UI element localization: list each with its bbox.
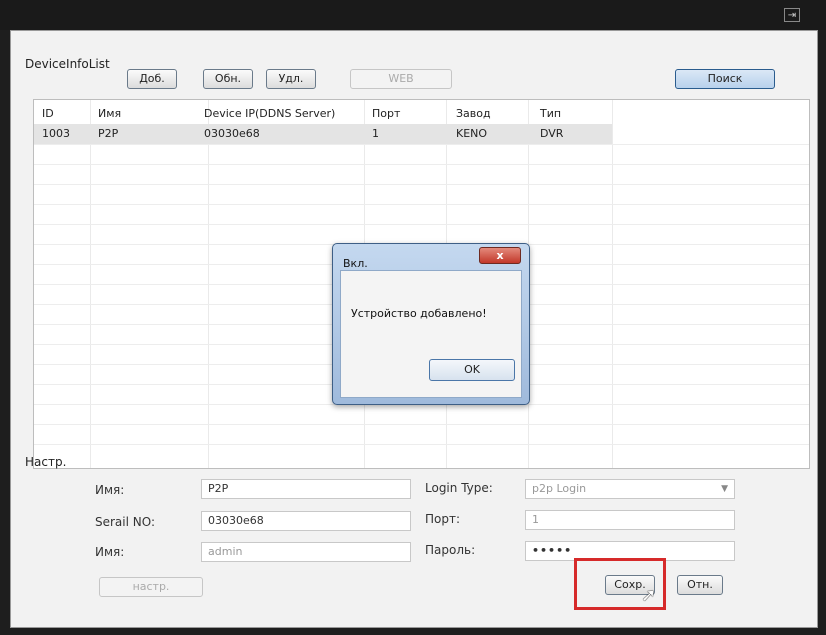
port-field[interactable]: 1: [525, 510, 735, 530]
column-header-id[interactable]: ID: [42, 107, 54, 120]
user-label: Имя:: [95, 545, 125, 559]
row-highlight: [34, 124, 612, 144]
mouse-cursor-icon: ➚: [641, 585, 657, 606]
top-bar: ⇥: [0, 0, 826, 30]
cell-port: 1: [372, 127, 379, 140]
cell-name: P2P: [98, 127, 119, 140]
close-icon[interactable]: x: [479, 247, 521, 264]
info-dialog: Вкл. x Устройство добавлено! OK: [332, 243, 530, 405]
row-divider: [34, 204, 809, 205]
table-row[interactable]: 1003 P2P 03030e68 1 KENO DVR: [34, 124, 809, 144]
delete-button[interactable]: Удл.: [266, 69, 316, 89]
table-header: ID Имя Device IP(DDNS Server) Порт Завод…: [34, 104, 809, 124]
exit-icon[interactable]: ⇥: [784, 8, 800, 22]
cell-id: 1003: [42, 127, 70, 140]
column-header-name[interactable]: Имя: [98, 107, 121, 120]
login-type-label: Login Type:: [425, 481, 493, 495]
row-divider: [34, 424, 809, 425]
cancel-button[interactable]: Отн.: [677, 575, 723, 595]
refresh-button[interactable]: Обн.: [203, 69, 253, 89]
row-divider: [34, 224, 809, 225]
row-divider: [34, 164, 809, 165]
cell-type: DVR: [540, 127, 564, 140]
row-divider: [34, 144, 809, 145]
serial-label: Serail NO:: [95, 515, 156, 529]
chevron-down-icon: ▼: [721, 484, 728, 494]
row-divider: [34, 444, 809, 445]
name-label: Имя:: [95, 483, 125, 497]
column-header-device-ip[interactable]: Device IP(DDNS Server): [204, 107, 335, 120]
column-header-port[interactable]: Порт: [372, 107, 400, 120]
device-info-list-title: DeviceInfoList: [25, 57, 110, 71]
search-button[interactable]: Поиск: [675, 69, 775, 89]
dialog-message: Устройство добавлено!: [351, 307, 487, 320]
cell-device-ip: 03030e68: [204, 127, 260, 140]
dialog-body: Устройство добавлено! OK: [340, 270, 522, 398]
row-divider: [34, 184, 809, 185]
login-type-select[interactable]: p2p Login ▼: [525, 479, 735, 499]
port-label: Порт:: [425, 512, 461, 526]
serial-field[interactable]: 03030e68: [201, 511, 411, 531]
login-type-value: p2p Login: [532, 482, 587, 495]
settings-title: Настр.: [25, 455, 67, 469]
name-field[interactable]: P2P: [201, 479, 411, 499]
settings-button[interactable]: настр.: [99, 577, 203, 597]
add-button[interactable]: Доб.: [127, 69, 177, 89]
cell-manufacturer: KENO: [456, 127, 488, 140]
column-header-manufacturer[interactable]: Завод: [456, 107, 491, 120]
password-label: Пароль:: [425, 543, 476, 557]
ok-button[interactable]: OK: [429, 359, 515, 381]
dialog-title: Вкл.: [343, 257, 368, 270]
user-field[interactable]: admin: [201, 542, 411, 562]
column-header-type[interactable]: Тип: [540, 107, 561, 120]
web-button[interactable]: WEB: [350, 69, 452, 89]
